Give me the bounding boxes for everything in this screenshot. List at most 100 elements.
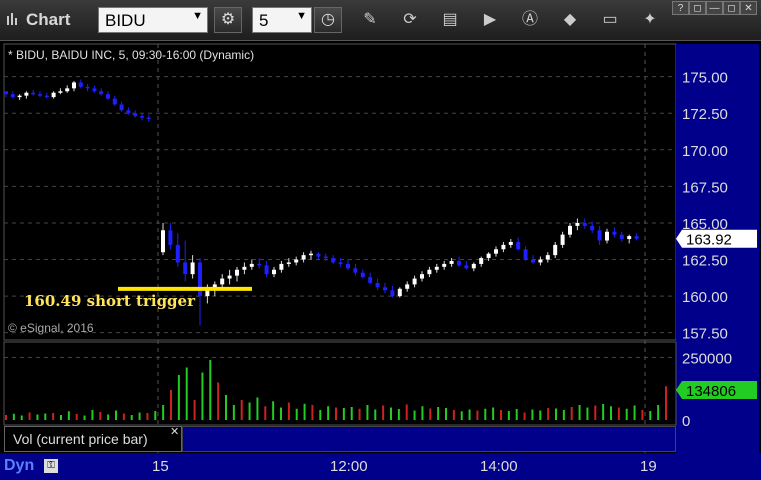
current-volume-label: 134806 — [686, 383, 736, 400]
x-tick-label: 19 — [640, 458, 657, 475]
toolbar: Chart BIDU ▼ ⚙ 5 ▼ ◷ ✎ ⟳ ▤ ▶ Ⓐ ◆ ▭ ✦ ? ◻… — [0, 0, 761, 41]
day-candle-body — [235, 269, 239, 276]
day-candle-body — [486, 253, 491, 259]
day-candle-body — [353, 268, 358, 273]
price-tick-label: 170.00 — [682, 143, 728, 160]
volume-study-bar — [182, 426, 676, 452]
day-candle-body — [582, 222, 587, 226]
day-candle-body — [227, 275, 232, 279]
volume-pane — [3, 341, 677, 426]
day-candle-body — [457, 260, 461, 266]
day-candle-body — [316, 253, 321, 257]
copyright-text: © eSignal, 2016 — [8, 321, 94, 335]
day-candle-body — [346, 263, 350, 269]
price-tick-label: 167.50 — [682, 179, 728, 196]
volume-study-label[interactable]: Vol (current price bar) — [4, 426, 182, 452]
day-candle-body — [301, 255, 306, 260]
day-candle-body — [471, 263, 476, 269]
prior-day-candle-body — [133, 113, 138, 117]
refresh-icon[interactable]: ⟳ — [400, 10, 420, 30]
day-candle-body — [198, 262, 202, 297]
play-icon[interactable]: ▶ — [480, 10, 500, 30]
chevron-down-icon[interactable]: ▼ — [296, 10, 307, 22]
day-candle-body — [368, 277, 373, 283]
day-candle-body — [612, 231, 617, 235]
day-candle-body — [220, 278, 225, 285]
window-title: Chart — [26, 10, 71, 29]
price-chart[interactable]: 175.00172.50170.00167.50165.00162.50160.… — [0, 40, 761, 480]
day-candle-body — [242, 266, 247, 270]
prior-day-candle-body — [106, 94, 110, 99]
day-candle-body — [560, 234, 565, 245]
comment-icon[interactable]: ▭ — [600, 10, 620, 30]
day-candle-body — [494, 249, 498, 254]
prior-day-candle-body — [10, 94, 15, 98]
day-candle-body — [420, 274, 424, 279]
day-candle-body — [257, 263, 262, 266]
interval-input[interactable]: 5 ▼ — [252, 7, 312, 33]
day-candle-body — [568, 225, 572, 235]
lock-icon[interactable]: ⚿ — [44, 459, 58, 473]
volume-tick-label: 0 — [682, 413, 690, 430]
prior-day-candle-body — [38, 94, 42, 96]
day-candle-body — [464, 265, 469, 269]
day-candle-body — [597, 230, 602, 241]
day-candle-body — [590, 225, 595, 231]
prior-day-candle-body — [65, 88, 70, 92]
day-candle-body — [508, 241, 513, 245]
price-tick-label: 172.50 — [682, 106, 728, 123]
close-button[interactable]: ✕ — [740, 1, 757, 15]
day-candle-body — [175, 244, 180, 263]
day-candle-body — [383, 287, 387, 291]
pencil-draw-icon[interactable]: ✎ — [360, 10, 380, 30]
prior-day-candle-body — [119, 104, 124, 111]
help-button[interactable]: ? — [672, 1, 689, 15]
day-candle-body — [286, 262, 291, 264]
order-entry-icon[interactable]: ◆ — [560, 10, 580, 30]
day-candle-body — [553, 244, 558, 256]
day-candle-body — [190, 262, 195, 275]
dynamic-label[interactable]: Dyn — [4, 457, 34, 475]
prior-day-candle-body — [140, 116, 144, 118]
current-price-label: 163.92 — [686, 232, 732, 249]
day-candle-body — [479, 258, 484, 264]
twitter-icon[interactable]: ✦ — [640, 10, 660, 30]
day-candle-body — [531, 259, 535, 263]
day-candle-body — [634, 236, 639, 239]
day-candle-body — [627, 236, 632, 240]
day-candle-body — [538, 259, 543, 263]
interval-value: 5 — [259, 11, 269, 30]
day-candle-body — [390, 290, 395, 297]
day-candle-body — [397, 288, 402, 297]
day-candle-body — [205, 290, 210, 297]
day-candle-body — [523, 249, 528, 260]
maximize-button[interactable]: ◻ — [723, 1, 740, 15]
symbol-input[interactable]: BIDU ▼ — [98, 7, 208, 33]
day-candle-body — [323, 256, 328, 259]
minimize-button[interactable]: — — [706, 1, 723, 15]
day-candle-body — [605, 231, 609, 241]
prior-day-candle-body — [99, 91, 104, 95]
prior-day-candle-body — [92, 88, 97, 92]
chevron-down-icon[interactable]: ▼ — [192, 10, 203, 22]
set-template-icon[interactable]: ▤ — [440, 10, 460, 30]
day-candle-body — [183, 262, 188, 275]
restore-button[interactable]: ◻ — [689, 1, 706, 15]
prior-day-candle-body — [17, 95, 22, 98]
prior-day-candle-body — [72, 82, 76, 89]
prior-day-candle-body — [112, 98, 117, 105]
close-study-icon[interactable]: ✕ — [170, 425, 179, 438]
prior-day-candle-body — [24, 92, 29, 96]
day-candle-body — [338, 262, 343, 264]
link-settings-button[interactable]: ⚙ — [214, 7, 242, 33]
x-tick-label: 14:00 — [480, 458, 518, 475]
alert-icon[interactable]: Ⓐ — [520, 10, 540, 30]
day-candle-body — [575, 222, 580, 226]
prior-day-candle-body — [4, 91, 8, 95]
x-tick-label: 15 — [152, 458, 169, 475]
price-tick-label: 162.50 — [682, 253, 728, 270]
symbol-value: BIDU — [105, 11, 146, 30]
price-tick-label: 157.50 — [682, 326, 728, 343]
clock-button[interactable]: ◷ — [314, 7, 342, 33]
day-candle-body — [360, 272, 365, 278]
